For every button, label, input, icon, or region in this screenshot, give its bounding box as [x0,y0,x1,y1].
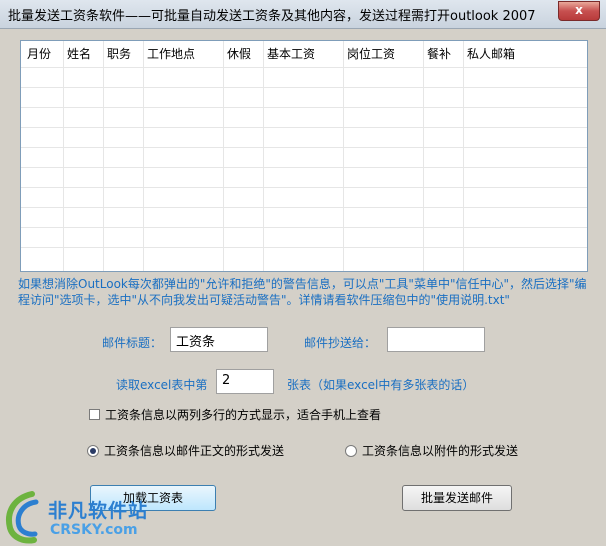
title-bar[interactable]: 批量发送工资条软件——可批量自动发送工资条及其他内容，发送过程需打开outloo… [0,0,606,29]
app-window: 批量发送工资条软件——可批量自动发送工资条及其他内容，发送过程需打开outloo… [0,0,606,546]
salary-data-grid[interactable]: 月份 姓名 职务 工作地点 休假 基本工资 岗位工资 餐补 私人邮箱 [20,40,588,272]
batch-send-email-button[interactable]: 批量发送邮件 [402,485,512,511]
grid-line [21,247,587,248]
column-header-meal-allowance[interactable]: 餐补 [423,41,463,67]
close-button[interactable]: x [558,1,600,21]
cc-input[interactable] [387,327,485,352]
grid-line [143,41,144,271]
crsky-logo-icon [6,491,39,544]
grid-line [463,41,464,271]
grid-line [63,41,64,271]
send-as-body-label: 工资条信息以邮件正文的形式发送 [104,444,285,458]
column-header-name[interactable]: 姓名 [63,41,103,67]
send-as-body-radio[interactable] [87,444,99,457]
send-as-attachment-label: 工资条信息以附件的形式发送 [362,444,519,458]
grid-line [21,107,587,108]
subject-input[interactable]: 工资条 [170,327,268,352]
column-header-month[interactable]: 月份 [23,41,65,67]
grid-line [21,147,587,148]
sheet-index-suffix-label: 张表（如果excel中有多张表的话） [287,378,475,392]
watermark-en-text: CRSKY.com [50,522,138,538]
cc-label: 邮件抄送给： [304,336,377,350]
outlook-warning-hint: 如果想消除OutLook每次都弹出的"允许和拒绝"的警告信息，可以点"工具"菜单… [18,277,587,307]
send-as-attachment-option[interactable]: 工资条信息以附件的形式发送 [345,442,518,459]
sheet-index-prefix-label: 读取excel表中第 [116,378,208,392]
grid-line [223,41,224,271]
send-as-attachment-radio[interactable] [345,444,357,457]
grid-line [423,41,424,271]
grid-line [21,227,587,228]
grid-line [263,41,264,271]
close-icon: x [575,3,583,17]
two-column-label: 工资条信息以两列多行的方式显示，适合手机上查看 [105,408,382,422]
two-column-checkbox[interactable] [89,409,100,420]
column-header-leave[interactable]: 休假 [223,41,263,67]
crsky-watermark: 非凡软件站 CRSKY.com [2,488,162,546]
grid-line [343,41,344,271]
column-header-private-email[interactable]: 私人邮箱 [463,41,587,67]
subject-label: 邮件标题： [102,336,163,350]
grid-line [21,167,587,168]
grid-line [21,67,587,68]
grid-line [21,187,587,188]
grid-line [21,207,587,208]
watermark-cn-text: 非凡软件站 [48,500,149,522]
grid-header: 月份 姓名 职务 工作地点 休假 基本工资 岗位工资 餐补 私人邮箱 [21,41,587,67]
window-title: 批量发送工资条软件——可批量自动发送工资条及其他内容，发送过程需打开outloo… [8,9,536,24]
grid-line [21,127,587,128]
sheet-index-input[interactable]: 2 [216,369,274,394]
grid-line [103,41,104,271]
column-header-work-location[interactable]: 工作地点 [143,41,223,67]
column-header-position[interactable]: 职务 [103,41,143,67]
grid-line [21,87,587,88]
two-column-option[interactable]: 工资条信息以两列多行的方式显示，适合手机上查看 [89,406,381,423]
column-header-post-salary[interactable]: 岗位工资 [343,41,423,67]
column-header-base-salary[interactable]: 基本工资 [263,41,343,67]
send-as-body-option[interactable]: 工资条信息以邮件正文的形式发送 [87,442,284,459]
